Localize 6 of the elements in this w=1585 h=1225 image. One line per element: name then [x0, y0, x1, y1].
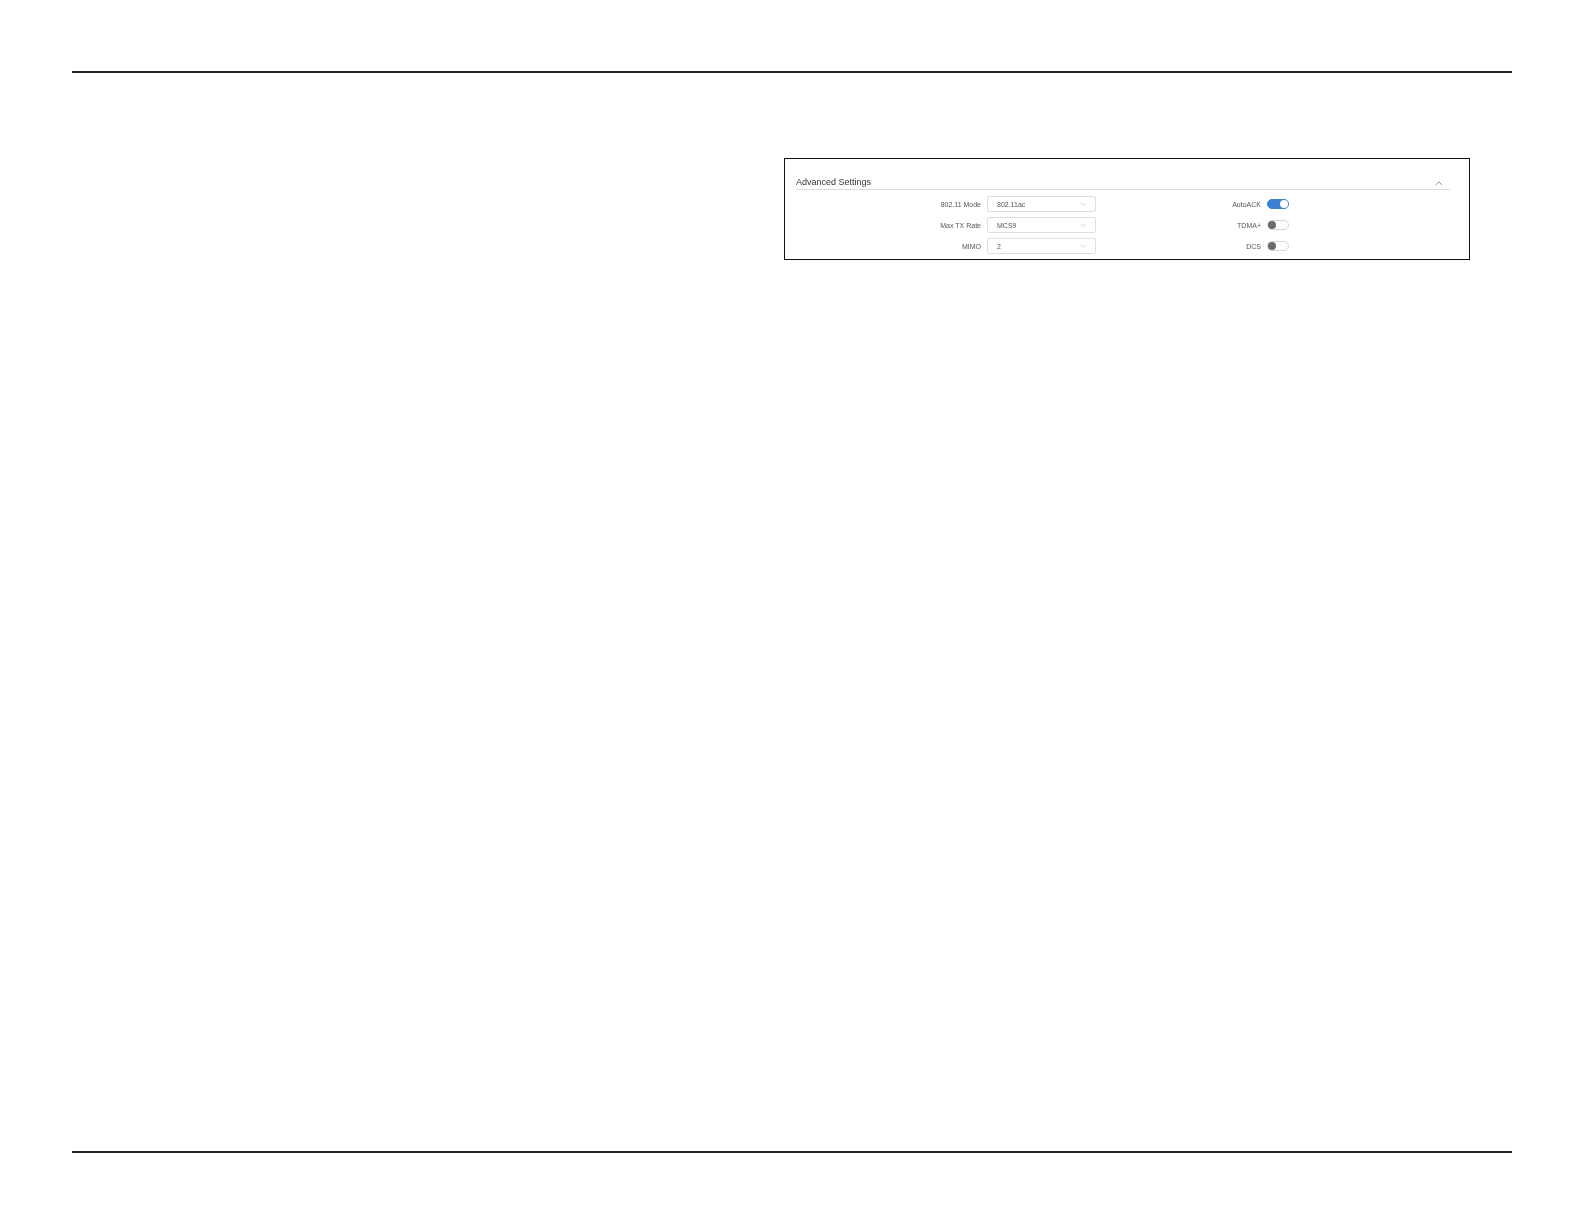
- chevron-down-icon: [1080, 202, 1087, 206]
- panel-title: Advanced Settings: [796, 176, 872, 188]
- toggle-switch[interactable]: [1267, 199, 1289, 209]
- chevron-down-icon: [1080, 244, 1087, 248]
- chevron-up-icon[interactable]: [1435, 181, 1443, 186]
- chevron-down-icon: [1080, 223, 1087, 227]
